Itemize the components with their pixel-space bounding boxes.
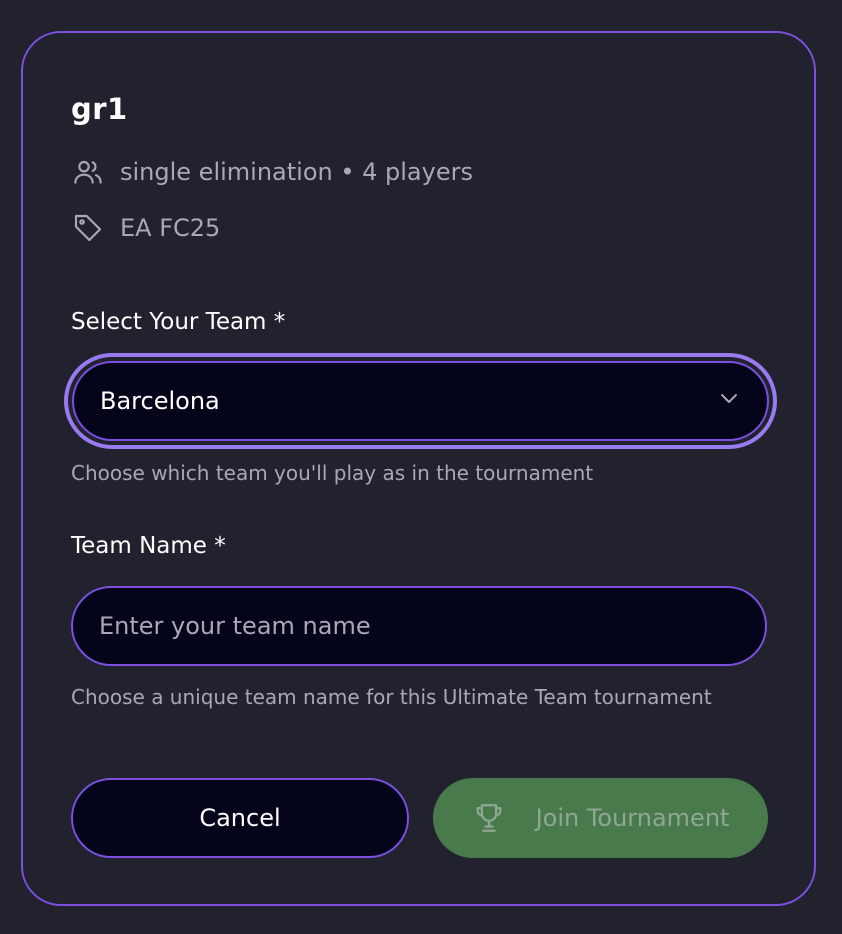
team-select-helper: Choose which team you'll play as in the …: [71, 461, 594, 485]
team-name-label: Team Name *: [71, 533, 226, 559]
join-tournament-label: Join Tournament: [535, 804, 730, 832]
chevron-down-icon: [717, 386, 741, 416]
tag-icon: [71, 211, 105, 245]
tournament-format-row: single elimination • 4 players: [71, 155, 473, 189]
join-tournament-dialog: gr1 single elimination • 4 players EA FC…: [21, 31, 816, 906]
users-icon: [71, 155, 105, 189]
join-tournament-button[interactable]: Join Tournament: [433, 778, 768, 858]
cancel-button[interactable]: Cancel: [71, 778, 409, 858]
team-name-input[interactable]: [71, 586, 767, 666]
team-select-focus-ring: Barcelona: [64, 353, 777, 449]
tournament-game-row: EA FC25: [71, 211, 220, 245]
team-select-label: Select Your Team *: [71, 309, 286, 335]
trophy-icon: [472, 801, 506, 835]
tournament-format-text: single elimination • 4 players: [120, 158, 473, 186]
tournament-game-text: EA FC25: [120, 214, 221, 242]
tournament-title: gr1: [71, 92, 128, 126]
team-select-value: Barcelona: [100, 387, 220, 415]
team-select[interactable]: Barcelona: [72, 361, 769, 441]
team-name-helper: Choose a unique team name for this Ultim…: [71, 685, 712, 709]
